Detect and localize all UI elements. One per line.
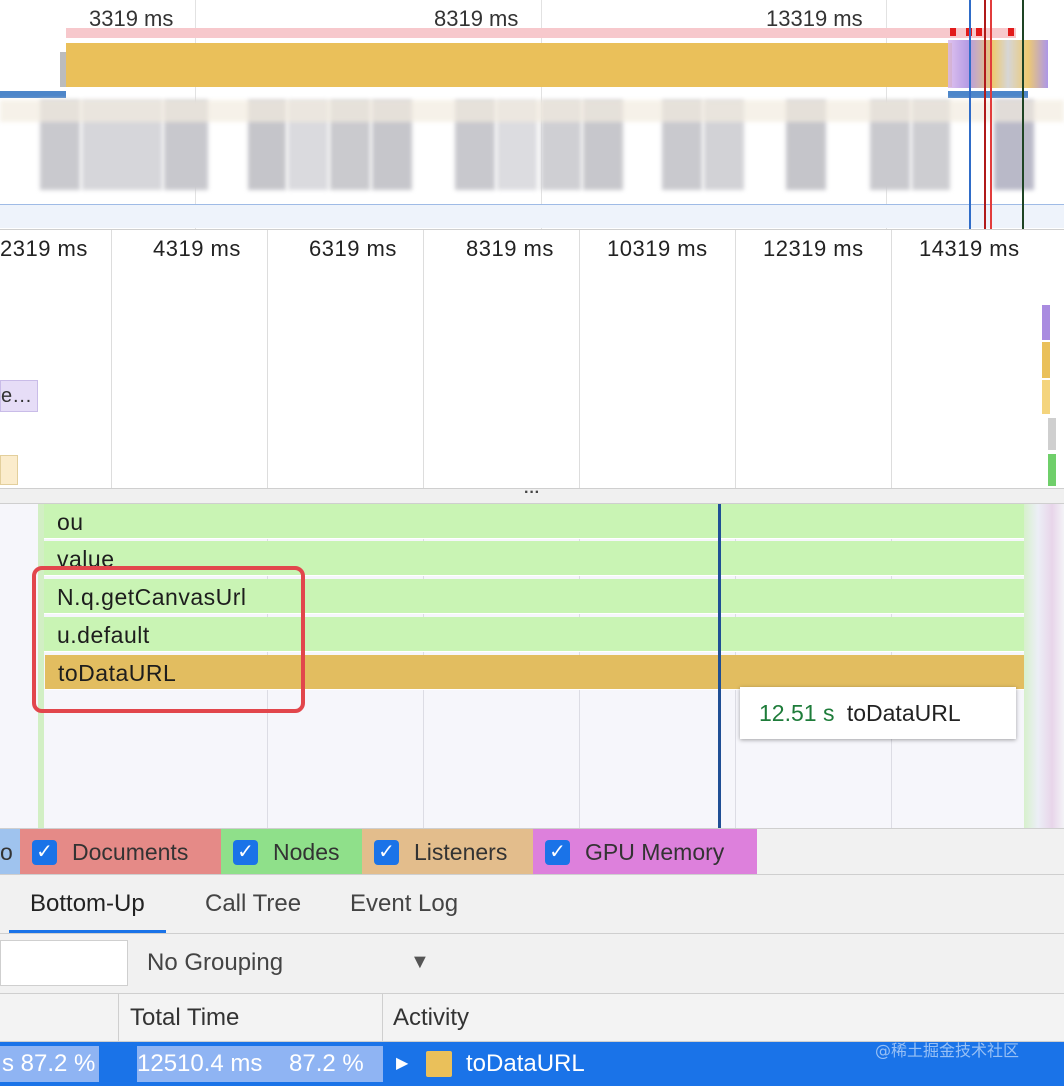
ruler-gridline: [735, 230, 736, 488]
overview-memory-graph: [0, 204, 1064, 228]
checkbox-icon[interactable]: ✓: [32, 839, 57, 865]
ruler-tick: 14319 ms: [919, 236, 1020, 261]
total-time-cell: 12510.4 ms: [137, 1050, 263, 1077]
flame-tooltip: 12.51 s toDataURL: [740, 687, 1016, 739]
overview-screenshots: [0, 100, 1064, 190]
counter-label: Listeners: [414, 838, 508, 865]
flame-frame[interactable]: ou: [44, 504, 1024, 539]
task-chip-small[interactable]: [0, 455, 18, 485]
track-event[interactable]: [1042, 380, 1050, 414]
tooltip-duration: 12.51 s: [759, 700, 835, 726]
timeline-ruler-and-tracks[interactable]: 2319 ms 4319 ms 6319 ms 8319 ms 10319 ms…: [0, 230, 1064, 488]
activity-color-swatch: [426, 1051, 452, 1077]
grouping-select[interactable]: No Grouping: [147, 934, 283, 992]
ruler-gridline: [423, 230, 424, 488]
expand-arrow-icon[interactable]: ▶: [396, 1042, 408, 1086]
activity-cell: toDataURL: [466, 1050, 585, 1077]
table-header: Total Time Activity: [0, 994, 1064, 1042]
ruler-gridline: [111, 230, 112, 488]
counter-js-heap[interactable]: o: [0, 829, 20, 875]
overview-marker-line: [990, 0, 992, 229]
long-task-marker: [976, 28, 982, 36]
details-tabs: Bottom-Up Call Tree Event Log: [0, 874, 1064, 934]
tab-bottom-up[interactable]: Bottom-Up: [9, 875, 166, 933]
ruler-gridline: [267, 230, 268, 488]
counter-documents[interactable]: ✓ Documents: [20, 829, 221, 875]
task-chip[interactable]: e…: [0, 380, 38, 412]
chevron-down-icon[interactable]: ▼: [410, 934, 430, 992]
ruler-tick: 6319 ms: [309, 236, 397, 261]
track-event[interactable]: [1048, 454, 1056, 486]
column-header-activity[interactable]: Activity: [383, 994, 469, 1042]
tooltip-name: toDataURL: [846, 700, 961, 726]
counter-label: o: [0, 838, 13, 865]
track-event[interactable]: [1048, 418, 1056, 450]
track-event[interactable]: [1042, 305, 1050, 340]
ruler-gridline: [891, 230, 892, 488]
overview-marker-line: [1022, 0, 1024, 229]
memory-counters: o ✓ Documents ✓ Nodes ✓ Listeners ✓ GPU …: [0, 828, 1064, 875]
overview-marker-line: [969, 0, 971, 229]
counter-nodes[interactable]: ✓ Nodes: [221, 829, 362, 875]
track-event[interactable]: [1042, 342, 1050, 378]
checkbox-icon[interactable]: ✓: [233, 839, 258, 865]
long-task-marker: [950, 28, 956, 36]
ruler-tick: 10319 ms: [607, 236, 708, 261]
flame-chart[interactable]: ou value N.q.getCanvasUrl u.default toDa…: [0, 504, 1064, 828]
overview-network-bar: [0, 91, 66, 98]
self-time-cell: s 87.2 %: [2, 1050, 96, 1077]
ruler-tick: 8319 ms: [466, 236, 554, 261]
panel-splitter[interactable]: ···: [0, 485, 1064, 504]
long-task-marker: [1008, 28, 1014, 36]
flame-right-edge: [1024, 504, 1064, 828]
timeline-cursor: [718, 504, 721, 828]
column-header-total-time[interactable]: Total Time: [120, 994, 239, 1042]
overview-cpu-mixed: [948, 40, 1048, 88]
ruler-tick: 12319 ms: [763, 236, 864, 261]
overview-marker-line: [984, 0, 986, 229]
overview-frames-track: [66, 28, 1016, 38]
ruler-tick: 2319 ms: [0, 236, 88, 261]
details-toolbar: No Grouping ▼: [0, 934, 1064, 994]
checkbox-icon[interactable]: ✓: [374, 839, 399, 865]
tab-call-tree[interactable]: Call Tree: [205, 875, 301, 933]
total-pct-cell: 87.2 %: [289, 1050, 364, 1077]
overview-network-bar: [948, 91, 1028, 98]
filter-input[interactable]: [0, 940, 128, 986]
tab-event-log[interactable]: Event Log: [350, 875, 458, 933]
counter-label: Nodes: [273, 838, 340, 865]
watermark: @稀土掘金技术社区: [875, 1041, 1020, 1060]
overview-cpu-scripting: [66, 43, 952, 87]
annotation-highlight-box: [32, 566, 305, 713]
ruler-gridline: [579, 230, 580, 488]
timeline-overview[interactable]: 3319 ms 8319 ms 13319 ms: [0, 0, 1064, 230]
counter-label: GPU Memory: [585, 838, 725, 865]
ruler-tick: 4319 ms: [153, 236, 241, 261]
checkbox-icon[interactable]: ✓: [545, 839, 570, 865]
counter-gpu-memory[interactable]: ✓ GPU Memory: [533, 829, 757, 875]
counter-label: Documents: [72, 838, 189, 865]
counter-listeners[interactable]: ✓ Listeners: [362, 829, 533, 875]
